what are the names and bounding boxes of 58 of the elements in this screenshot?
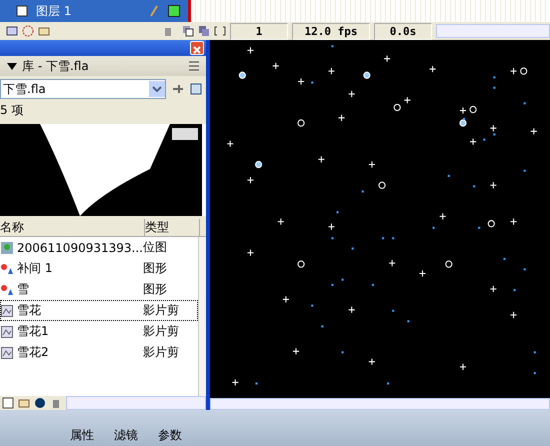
item-type: 影片剪 — [143, 344, 180, 361]
item-type: 影片剪 — [143, 323, 180, 340]
panel-tab[interactable]: 参数 — [158, 427, 182, 446]
onion-skin-icon[interactable] — [182, 25, 194, 37]
clip-icon[interactable] — [1, 326, 13, 338]
item-name: 补间 1 — [1, 259, 143, 278]
folder-icon[interactable] — [18, 397, 30, 409]
panel-title: 库 - 下雪.fla — [22, 58, 89, 74]
bracket-icon[interactable] — [214, 25, 226, 37]
panel-tab[interactable]: 属性 — [70, 427, 94, 446]
column-header[interactable]: 名称 — [0, 219, 145, 236]
item-type: 位图 — [143, 239, 168, 256]
picture-icon[interactable] — [1, 242, 13, 254]
onion-skin-icon[interactable] — [198, 25, 210, 37]
collapse-triangle-icon[interactable] — [6, 60, 18, 72]
menu-icon[interactable] — [188, 60, 200, 72]
layer-outline-icon[interactable] — [168, 5, 180, 17]
item-type: 图形 — [143, 260, 168, 277]
info-icon[interactable] — [34, 397, 46, 409]
library-item[interactable]: 雪花 影片剪 — [0, 300, 198, 321]
item-name: 200611090931393... — [1, 238, 143, 257]
page-icon[interactable] — [16, 5, 28, 17]
column-header[interactable]: 类型 — [145, 219, 200, 236]
vertical-scrollbar[interactable] — [198, 237, 206, 396]
layer-name: 图层 1 — [36, 2, 72, 20]
document-dropdown[interactable]: 下雪.fla — [0, 79, 166, 99]
close-button[interactable] — [190, 41, 204, 55]
guide-icon[interactable] — [22, 25, 34, 37]
item-name: 雪花1 — [1, 322, 143, 341]
stage-scrollbar[interactable] — [210, 398, 550, 410]
folder-icon[interactable] — [38, 25, 50, 37]
clip-icon[interactable] — [1, 346, 13, 358]
item-name: 雪花 — [1, 301, 143, 320]
horizontal-scrollbar[interactable] — [436, 24, 550, 38]
frame-rate: 12.0 fps — [292, 22, 370, 40]
library-item[interactable]: 补间 1 图形 — [0, 258, 198, 279]
layer-row[interactable]: 图层 1 — [0, 0, 188, 22]
item-type: 影片剪 — [143, 302, 180, 319]
frame-number: 1 — [230, 22, 288, 40]
item-name: 雪花2 — [1, 343, 143, 362]
trash-icon[interactable] — [50, 397, 62, 409]
chevron-icon — [149, 81, 165, 97]
panel-tab[interactable]: 滤镜 — [114, 427, 138, 446]
library-item[interactable]: 雪 图形 — [0, 279, 198, 300]
new-window-icon[interactable] — [190, 83, 202, 95]
new-symbol-icon[interactable] — [2, 397, 14, 409]
library-item[interactable]: 雪花2 影片剪 — [0, 342, 198, 363]
shapes-icon[interactable] — [1, 284, 13, 296]
add-layer-icon[interactable] — [6, 25, 18, 37]
elapsed-time: 0.0s — [374, 22, 432, 40]
shapes-icon[interactable] — [1, 262, 13, 274]
item-count: 5 项 — [0, 102, 24, 119]
item-name: 雪 — [1, 280, 143, 299]
clip-icon[interactable] — [1, 304, 13, 316]
library-item[interactable]: 雪花1 影片剪 — [0, 321, 198, 342]
library-item[interactable]: 200611090931393...位图 — [0, 237, 198, 258]
item-type: 图形 — [143, 281, 168, 298]
horizontal-scrollbar[interactable] — [66, 396, 206, 410]
